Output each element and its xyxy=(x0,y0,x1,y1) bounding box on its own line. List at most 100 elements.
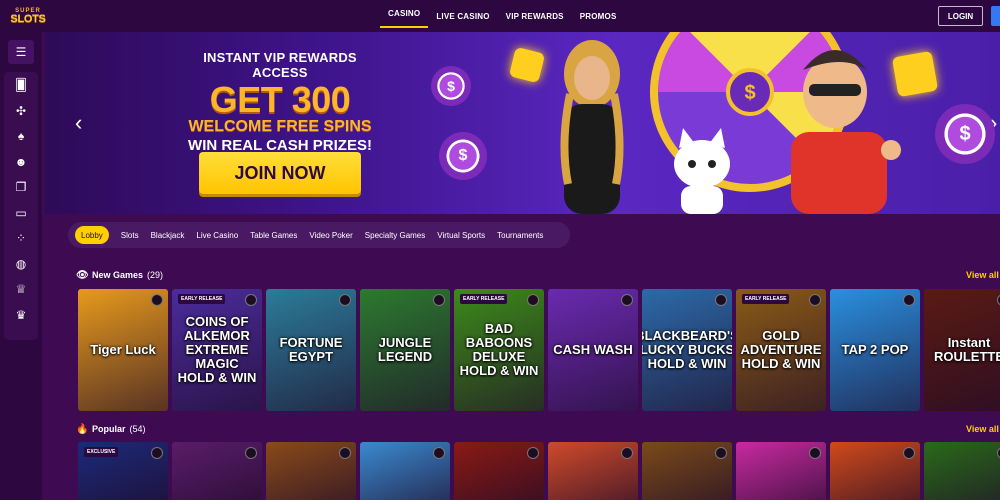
tab-slots[interactable]: Slots xyxy=(115,226,145,244)
game-tile[interactable] xyxy=(360,442,450,500)
provider-icon xyxy=(527,294,539,306)
provider-icon xyxy=(809,447,821,459)
game-tile[interactable]: FORTUNE EGYPT xyxy=(266,289,356,411)
game-tile[interactable] xyxy=(830,442,920,500)
game-title: GOLD ADVENTURE HOLD & WIN xyxy=(740,328,822,371)
tab-specialty-games[interactable]: Specialty Games xyxy=(359,226,431,244)
tab-table-games[interactable]: Table Games xyxy=(244,226,303,244)
tab-video-poker[interactable]: Video Poker xyxy=(303,226,358,244)
spade-icon[interactable]: ♠ xyxy=(14,129,28,143)
provider-icon xyxy=(339,447,351,459)
provider-icon xyxy=(245,294,257,306)
game-tile[interactable] xyxy=(266,442,356,500)
game-tile[interactable]: EARLY RELEASE COINS OF ALKEMOR EXTREME MA… xyxy=(172,289,262,411)
provider-icon xyxy=(433,294,445,306)
nav-promos[interactable]: PROMOS xyxy=(572,0,625,32)
game-tile[interactable]: TAP 2 POP xyxy=(830,289,920,411)
game-tile[interactable]: CASH WASH xyxy=(548,289,638,411)
tab-virtual-sports[interactable]: Virtual Sports xyxy=(431,226,491,244)
nav-live-casino[interactable]: LIVE CASINO xyxy=(428,0,497,32)
new-games-heading: 👁 New Games (29) xyxy=(76,268,163,282)
provider-icon xyxy=(621,447,633,459)
join-now-button[interactable]: JOIN NOW xyxy=(199,152,361,194)
signup-button[interactable] xyxy=(991,6,1000,26)
game-tile[interactable] xyxy=(454,442,544,500)
game-badge: EARLY RELEASE xyxy=(460,294,508,304)
game-title: JUNGLE LEGEND xyxy=(377,335,433,364)
provider-icon xyxy=(151,294,163,306)
game-title: Instant ROULETTE xyxy=(933,335,1000,364)
dots-grid-icon[interactable]: ⁘ xyxy=(14,231,28,245)
basketball-icon[interactable]: ◍ xyxy=(14,257,28,271)
game-tile[interactable] xyxy=(736,442,826,500)
tab-tournaments[interactable]: Tournaments xyxy=(491,226,549,244)
provider-icon xyxy=(903,294,915,306)
dice-icon xyxy=(891,50,939,98)
card-stack-icon[interactable]: ❐ xyxy=(14,180,28,194)
game-title: COINS OF ALKEMOR EXTREME MAGIC HOLD & WI… xyxy=(177,314,257,385)
game-badge: EARLY RELEASE xyxy=(742,294,790,304)
cards-icon[interactable]: 🂠 xyxy=(14,78,28,92)
tab-live-casino[interactable]: Live Casino xyxy=(190,226,244,244)
section-title: New Games xyxy=(92,270,144,280)
chevron-left-icon[interactable]: ‹ xyxy=(75,110,82,136)
game-title: BLACKBEARD'S LUCKY BUCKS HOLD & WIN xyxy=(642,328,732,371)
game-tile[interactable]: BLACKBEARD'S LUCKY BUCKS HOLD & WIN xyxy=(642,289,732,411)
trophy-icon[interactable]: ♕ xyxy=(14,282,28,296)
banner-line-2: GET 300 xyxy=(209,79,351,120)
game-tile[interactable]: Tiger Luck xyxy=(78,289,168,411)
dealer-icon[interactable]: ☻ xyxy=(14,155,28,169)
flame-icon: 🔥 xyxy=(76,423,89,435)
svg-text:$: $ xyxy=(744,82,755,104)
woman-character-illustration xyxy=(560,40,624,214)
game-tile[interactable]: Instant ROULETTE xyxy=(924,289,1000,411)
game-tile[interactable] xyxy=(924,442,1000,500)
popular-games-row: EXCLUSIVE xyxy=(78,442,1000,500)
popular-view-all-link[interactable]: View all xyxy=(966,424,999,434)
popular-heading: 🔥 Popular (54) xyxy=(76,422,146,436)
provider-icon xyxy=(527,447,539,459)
nav-casino[interactable]: CASINO xyxy=(380,0,429,28)
purple-chip-icon: $ xyxy=(431,66,471,106)
game-title: FORTUNE EGYPT xyxy=(279,335,343,364)
login-button[interactable]: LOGIN xyxy=(938,6,983,26)
provider-icon xyxy=(245,447,257,459)
logo-bottom-text: SLOTS xyxy=(10,12,46,25)
tab-lobby[interactable]: Lobby xyxy=(75,226,109,244)
new-games-view-all-link[interactable]: View all xyxy=(966,270,999,280)
provider-icon xyxy=(809,294,821,306)
nav-vip-rewards[interactable]: VIP REWARDS xyxy=(498,0,572,32)
sidebar-icon-list: 🂠 ✣ ♠ ☻ ❐ ▭ ⁘ ◍ ♕ ♛ xyxy=(4,72,38,340)
site-logo[interactable]: SUPER SLOTS xyxy=(10,4,46,28)
game-tile[interactable] xyxy=(548,442,638,500)
section-count: (29) xyxy=(147,270,164,280)
purple-chip-icon: $ xyxy=(935,104,995,164)
purple-chip-icon: $ xyxy=(439,132,487,180)
game-tile[interactable]: EXCLUSIVE xyxy=(78,442,168,500)
banner-line-1: INSTANT VIP REWARDS ACCESS xyxy=(203,50,357,80)
category-tabs: Lobby Slots Blackjack Live Casino Table … xyxy=(68,222,570,248)
game-badge: EXCLUSIVE xyxy=(84,447,119,457)
tab-blackjack[interactable]: Blackjack xyxy=(145,226,191,244)
main-nav: CASINO LIVE CASINO VIP REWARDS PROMOS xyxy=(380,0,625,32)
provider-icon xyxy=(715,447,727,459)
man-character-illustration xyxy=(791,50,901,214)
game-tile[interactable]: EARLY RELEASE BAD BABOONS DELUXE HOLD & W… xyxy=(454,289,544,411)
game-title: BAD BABOONS DELUXE HOLD & WIN xyxy=(459,321,539,378)
laptop-icon[interactable]: ▭ xyxy=(14,206,28,220)
banner-headline: INSTANT VIP REWARDS ACCESS GET 300 WELCO… xyxy=(180,50,380,155)
provider-icon xyxy=(151,447,163,459)
crossed-arrows-icon[interactable]: ✣ xyxy=(14,104,28,118)
game-tile[interactable]: EARLY RELEASE GOLD ADVENTURE HOLD & WIN xyxy=(736,289,826,411)
provider-icon xyxy=(621,294,633,306)
promo-banner[interactable]: ‹ › INSTANT VIP REWARDS ACCESS GET 300 W… xyxy=(45,32,1000,214)
section-title: Popular xyxy=(92,424,126,434)
game-tile[interactable]: JUNGLE LEGEND xyxy=(360,289,450,411)
game-tile[interactable] xyxy=(642,442,732,500)
crown-icon[interactable]: ♛ xyxy=(14,308,28,322)
hamburger-icon[interactable]: ☰ xyxy=(8,40,34,64)
eye-icon: 👁 xyxy=(76,269,89,281)
game-tile[interactable] xyxy=(172,442,262,500)
provider-icon xyxy=(903,447,915,459)
banner-line-3: WELCOME FREE SPINS xyxy=(188,118,372,135)
